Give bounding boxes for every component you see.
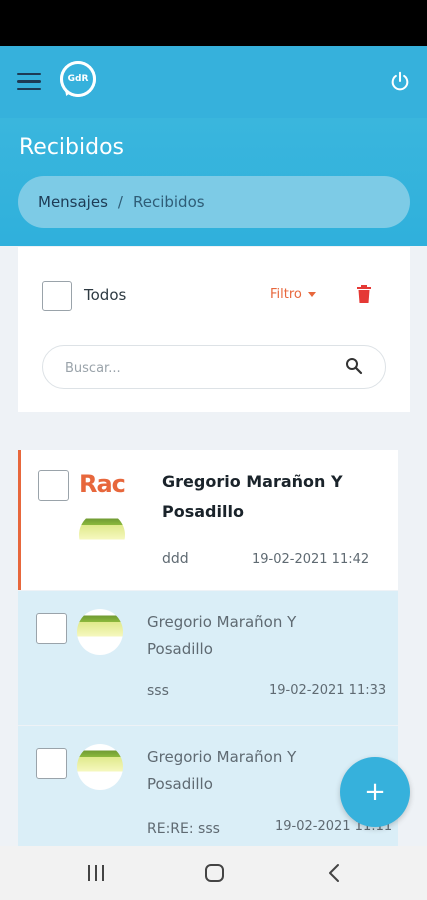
search-box	[42, 345, 386, 389]
message-subject: ddd	[162, 551, 189, 567]
message-sender: Gregorio Marañon Y Posadillo	[162, 472, 343, 521]
message-checkbox[interactable]	[38, 470, 69, 501]
filter-dropdown[interactable]: Filtro	[270, 287, 316, 302]
avatar	[79, 512, 125, 558]
avatar	[77, 609, 123, 655]
back-icon[interactable]	[328, 863, 340, 883]
status-bar	[0, 0, 427, 46]
breadcrumb-separator: /	[117, 193, 123, 211]
breadcrumb: Mensajes / Recibidos	[18, 176, 410, 228]
toolbar-panel: Todos Filtro	[18, 247, 410, 412]
compose-button[interactable]: +	[340, 757, 410, 827]
page-title: Recibidos	[19, 135, 125, 160]
breadcrumb-parent[interactable]: Mensajes	[38, 193, 108, 211]
message-date: 19-02-2021 11:33	[269, 683, 387, 698]
app-logo-text: GdR	[63, 64, 93, 94]
message-sender: Gregorio Marañon Y Posadillo	[147, 613, 297, 658]
select-all-checkbox[interactable]	[42, 281, 72, 311]
message-subject: sss	[147, 683, 169, 699]
avatar	[77, 744, 123, 790]
search-input[interactable]	[63, 355, 337, 381]
add-icon: +	[364, 777, 386, 807]
filter-label: Filtro	[270, 287, 302, 302]
message-subject: RE:RE: sss	[147, 821, 220, 837]
sender-image-fragment: Rac	[79, 470, 126, 498]
breadcrumb-current: Recibidos	[132, 193, 205, 211]
message-item[interactable]: Rac Gregorio Marañon Y Posadillo ddd 19-…	[18, 450, 398, 590]
message-item[interactable]: Gregorio Marañon Y Posadillo sss 19-02-2…	[18, 591, 398, 725]
recents-icon[interactable]	[86, 864, 106, 882]
trash-icon[interactable]	[356, 285, 372, 303]
caret-down-icon	[307, 292, 316, 297]
message-date: 19-02-2021 11:42	[252, 552, 370, 567]
home-icon[interactable]	[205, 864, 224, 882]
search-icon[interactable]	[345, 357, 363, 375]
message-sender: Gregorio Marañon Y Posadillo	[147, 748, 297, 793]
select-all-label: Todos	[84, 286, 127, 304]
message-checkbox[interactable]	[36, 613, 67, 644]
power-icon[interactable]	[389, 70, 411, 92]
app-logo: GdR	[60, 61, 96, 98]
menu-icon[interactable]	[17, 73, 41, 91]
message-checkbox[interactable]	[36, 748, 67, 779]
